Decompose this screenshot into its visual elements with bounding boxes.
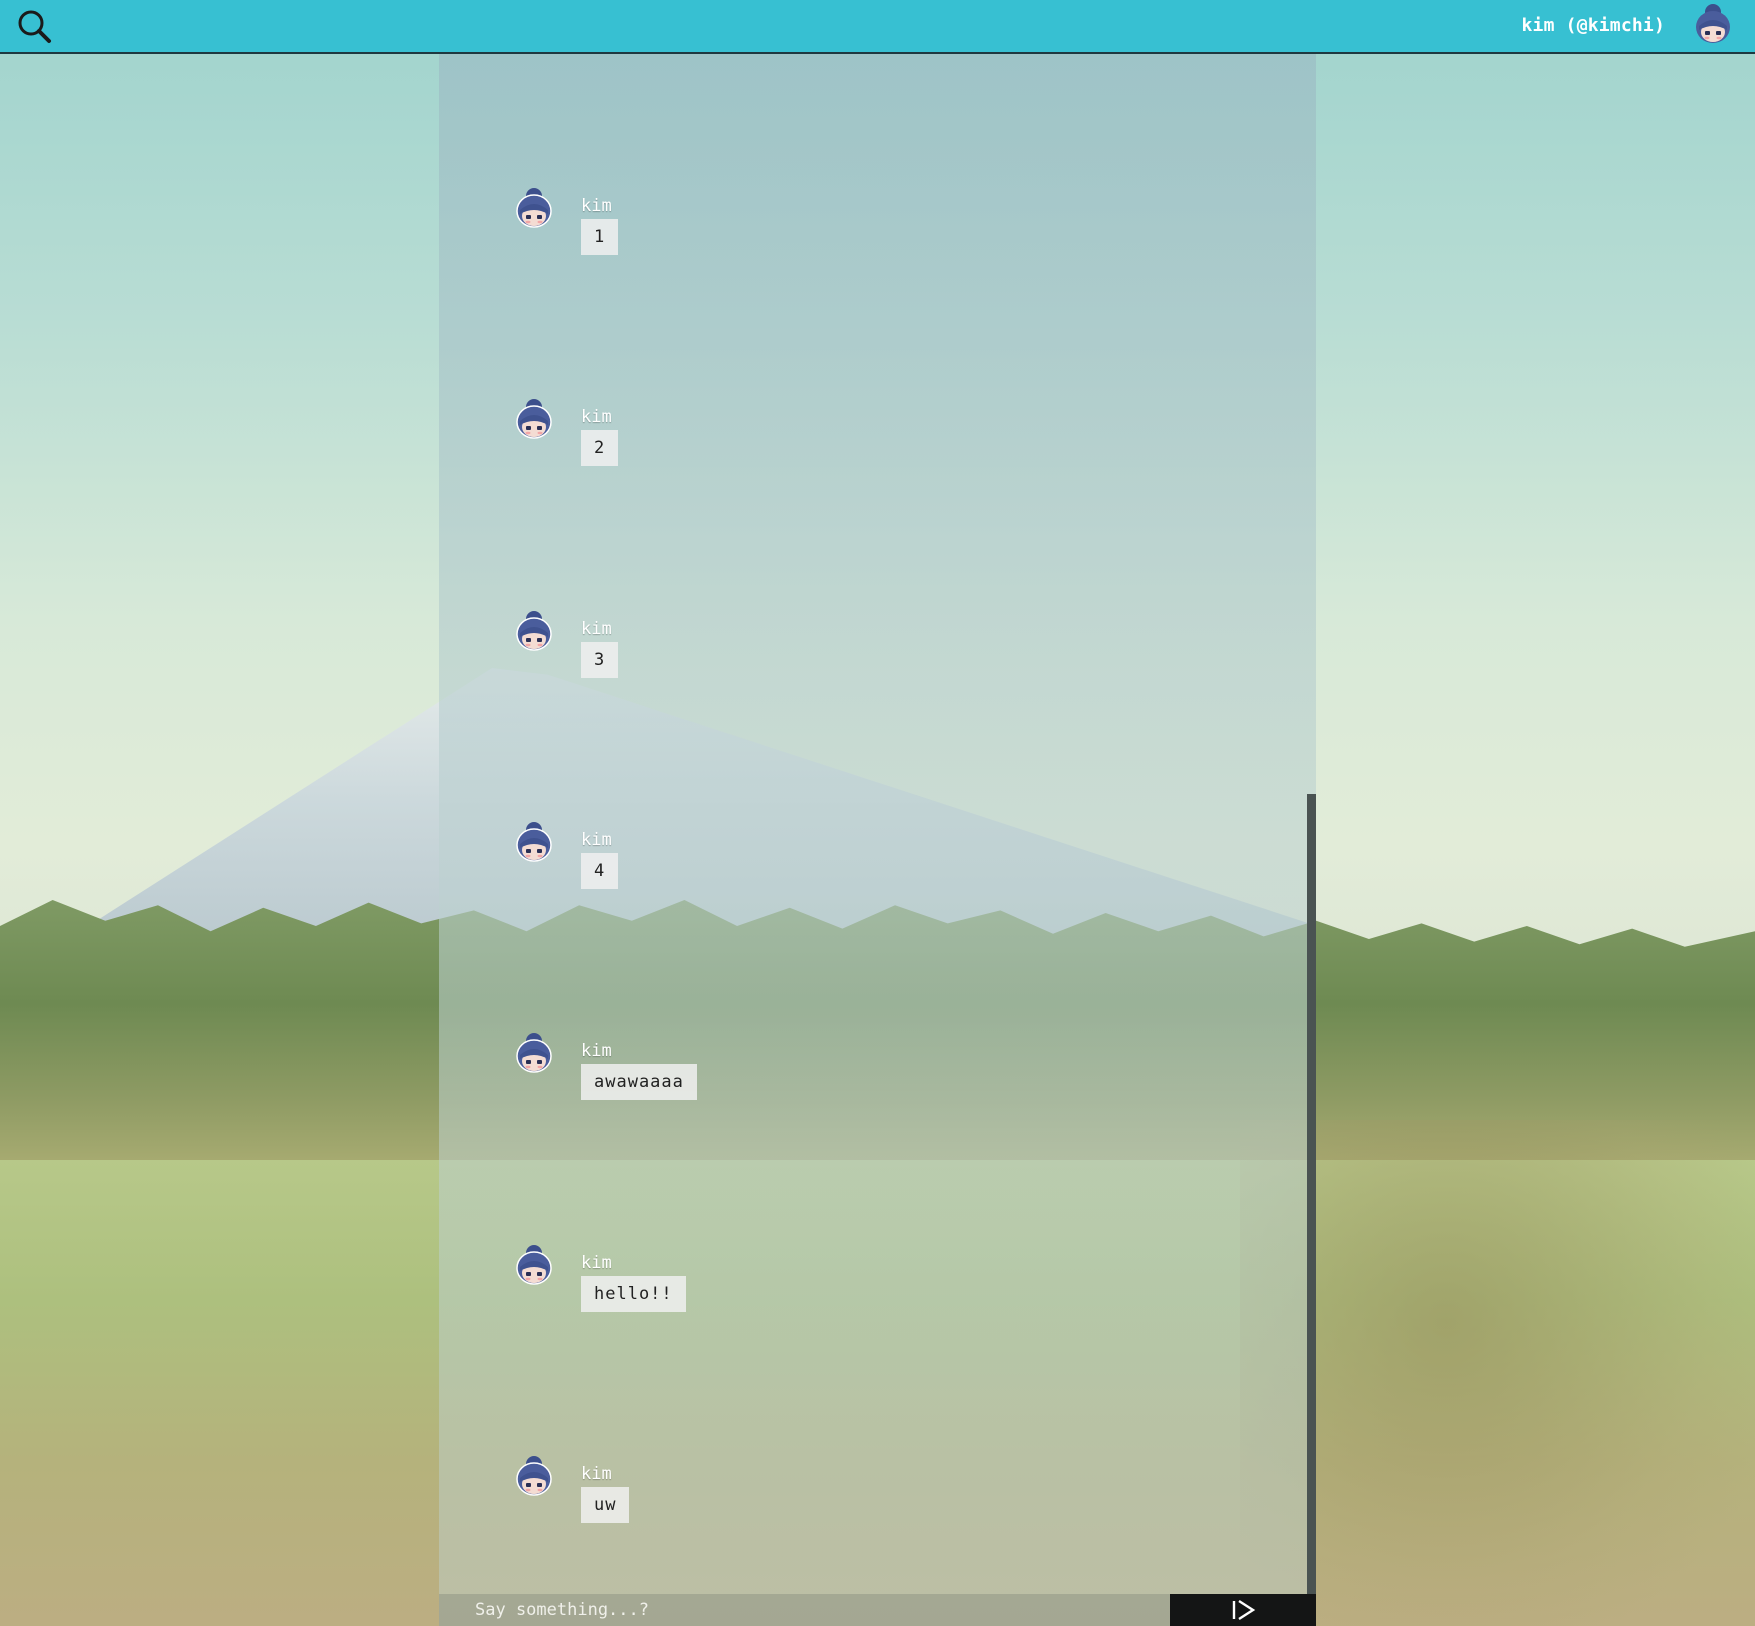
user-avatar-icon	[516, 1456, 552, 1496]
chat-scrollbar[interactable]	[1307, 794, 1316, 1626]
user-avatar-icon	[516, 399, 552, 439]
current-user-label[interactable]: kim (@kimchi)	[1522, 15, 1665, 36]
user-avatar-icon	[1696, 4, 1730, 43]
message-author: kim	[581, 619, 612, 639]
background-grass-shade	[1240, 1120, 1755, 1626]
message-author: kim	[581, 830, 612, 850]
message-bubble: 4	[581, 853, 619, 889]
search-icon	[18, 10, 51, 43]
chat-panel: kim 1 kim 2 kim 3 kim 4 kim awawaaaa kim…	[439, 54, 1316, 1626]
message-author: kim	[581, 407, 612, 427]
message-author: kim	[581, 196, 612, 216]
user-avatar-icon	[516, 188, 552, 228]
message-bubble: awawaaaa	[581, 1064, 697, 1100]
message-composer	[439, 1594, 1316, 1626]
user-avatar-icon	[516, 611, 552, 651]
message-bubble: hello!!	[581, 1276, 686, 1312]
top-bar: kim (@kimchi)	[0, 0, 1755, 54]
page: kim (@kimchi) kim 1 kim 2 kim 3 kim 4 ki…	[0, 0, 1755, 1626]
message-bubble: 1	[581, 219, 619, 255]
send-icon	[1232, 1599, 1256, 1621]
send-button[interactable]	[1170, 1594, 1316, 1626]
message-bubble: 2	[581, 430, 619, 466]
user-avatar-icon	[516, 1245, 552, 1285]
user-avatar-icon	[516, 822, 552, 862]
message-author: kim	[581, 1464, 612, 1484]
message-input[interactable]	[439, 1594, 1169, 1626]
message-bubble: 3	[581, 642, 619, 678]
message-author: kim	[581, 1253, 612, 1273]
user-avatar-button[interactable]	[1693, 2, 1733, 50]
message-author: kim	[581, 1041, 612, 1061]
message-bubble: uw	[581, 1487, 630, 1523]
user-avatar-icon	[516, 1033, 552, 1073]
search-button[interactable]	[14, 6, 54, 46]
